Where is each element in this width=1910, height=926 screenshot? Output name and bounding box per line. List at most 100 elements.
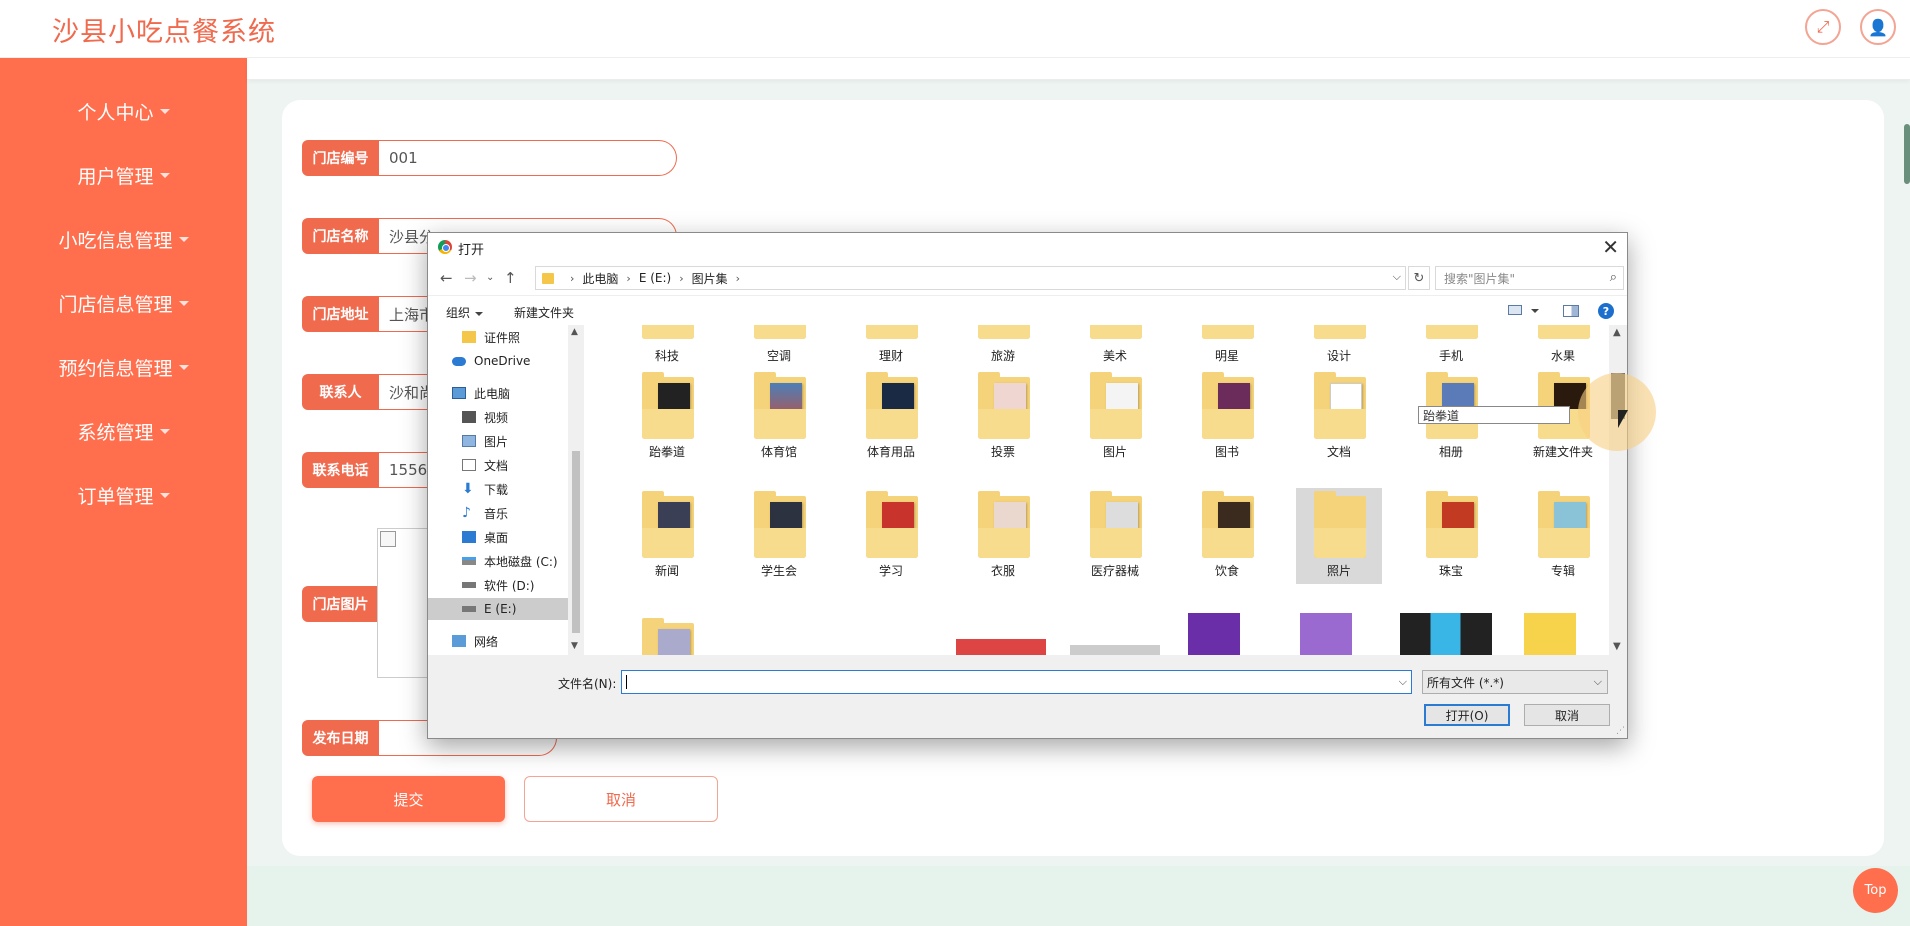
folder-sports-goods[interactable]: 体育用品 <box>848 369 934 465</box>
nav-item-drive-d[interactable]: 软件 (D:) <box>428 574 568 596</box>
folder-label[interactable]: 明星 <box>1184 347 1270 364</box>
sidebar-item-reservation-info[interactable]: 预约信息管理 <box>0 347 247 387</box>
folder-news[interactable]: 新闻 <box>624 488 710 584</box>
sidebar-item-snack-info[interactable]: 小吃信息管理 <box>0 219 247 259</box>
image-thumbnail[interactable] <box>1300 613 1352 655</box>
scroll-down-icon[interactable]: ▼ <box>1613 641 1621 652</box>
computer-icon <box>452 387 466 399</box>
breadcrumb-this-pc[interactable]: 此电脑 <box>582 270 618 287</box>
folder-icon <box>1202 325 1254 339</box>
chevron-right-icon: › <box>679 271 684 285</box>
search-input[interactable]: 搜索"图片集" ⌕ <box>1435 266 1624 290</box>
nav-item-music[interactable]: ♪ 音乐 <box>428 502 568 524</box>
back-to-top-button[interactable]: Top <box>1853 868 1898 913</box>
documents-icon <box>462 459 476 471</box>
sidebar-item-user-management[interactable]: 用户管理 <box>0 155 247 195</box>
image-thumbnail[interactable] <box>1070 645 1160 655</box>
folder-label[interactable]: 理财 <box>848 347 934 364</box>
close-icon[interactable]: ✕ <box>1602 235 1619 259</box>
folder-vote[interactable]: 投票 <box>960 369 1046 465</box>
folder-clothes[interactable]: 衣服 <box>960 488 1046 584</box>
fullscreen-button[interactable]: ⤢ <box>1805 9 1841 45</box>
page-scrollbar-thumb[interactable] <box>1904 124 1910 184</box>
submit-button[interactable]: 提交 <box>312 776 505 822</box>
breadcrumb-drive-e[interactable]: E (E:) <box>639 271 671 285</box>
nav-item-downloads[interactable]: ⬇ 下载 <box>428 478 568 500</box>
image-thumbnail[interactable] <box>1400 613 1492 655</box>
folder-jewelry[interactable]: 珠宝 <box>1408 488 1494 584</box>
sidebar-item-store-info[interactable]: 门店信息管理 <box>0 283 247 323</box>
nav-item-videos[interactable]: 视频 <box>428 406 568 428</box>
nav-scrollbar-thumb[interactable] <box>572 451 580 633</box>
nav-item-desktop[interactable]: 桌面 <box>428 526 568 548</box>
scroll-down-icon[interactable]: ▼ <box>571 641 578 651</box>
folder-icon <box>866 325 918 339</box>
folder-label[interactable]: 手机 <box>1408 347 1494 364</box>
folder-icon[interactable] <box>642 618 694 655</box>
folder-front <box>1538 325 1590 339</box>
new-folder-button[interactable]: 新建文件夹 <box>514 304 574 321</box>
up-arrow-icon[interactable]: ↑ <box>504 269 517 287</box>
image-thumbnail[interactable] <box>956 639 1046 655</box>
sidebar-item-personal-center[interactable]: 个人中心 <box>0 91 247 131</box>
folder-label[interactable]: 空调 <box>736 347 822 364</box>
nav-scrollbar[interactable]: ▲ ▼ <box>568 325 584 655</box>
sidebar-item-label: 个人中心 <box>77 101 154 124</box>
store-id-input[interactable]: 001 <box>379 140 677 176</box>
scroll-up-icon[interactable]: ▲ <box>571 327 578 337</box>
folder-label[interactable]: 旅游 <box>960 347 1046 364</box>
filename-input[interactable]: ⌵ <box>621 670 1412 694</box>
sidebar-item-system-management[interactable]: 系统管理 <box>0 411 247 451</box>
open-button[interactable]: 打开(O) <box>1424 704 1510 726</box>
folder-pictures[interactable]: 图片 <box>1072 369 1158 465</box>
recent-chevron-icon[interactable]: ⌄ <box>486 272 494 283</box>
view-mode-icon[interactable] <box>1508 305 1522 315</box>
cancel-button[interactable]: 取消 <box>524 776 718 822</box>
network-icon <box>452 635 466 647</box>
help-icon[interactable]: ? <box>1598 303 1614 319</box>
folder-taekwondo[interactable]: 跆拳道 <box>624 369 710 465</box>
folder-label[interactable]: 美术 <box>1072 347 1158 364</box>
organize-button[interactable]: 组织 <box>446 304 484 321</box>
nav-item-drive-c[interactable]: 本地磁盘 (C:) <box>428 550 568 572</box>
folder-label[interactable]: 设计 <box>1296 347 1382 364</box>
nav-item-pictures[interactable]: 图片 <box>428 430 568 452</box>
breadcrumb-picture-set[interactable]: 图片集 <box>692 270 728 287</box>
folder-student-union[interactable]: 学生会 <box>736 488 822 584</box>
address-bar[interactable]: › 此电脑 › E (E:) › 图片集 › ⌵ <box>535 266 1406 290</box>
sidebar-item-order-management[interactable]: 订单管理 <box>0 475 247 515</box>
nav-item-network[interactable]: 网络 <box>428 630 568 652</box>
folder-gym[interactable]: 体育馆 <box>736 369 822 465</box>
chevron-down-icon[interactable]: ⌵ <box>1399 675 1407 689</box>
folder-icon <box>1538 491 1590 558</box>
folder-medical[interactable]: 医疗器械 <box>1072 488 1158 584</box>
folder-label[interactable]: 科技 <box>624 347 710 364</box>
folder-study[interactable]: 学习 <box>848 488 934 584</box>
folder-front <box>978 325 1030 339</box>
image-thumbnail[interactable] <box>1188 613 1240 655</box>
nav-item-documents[interactable]: 文档 <box>428 454 568 476</box>
folder-food[interactable]: 饮食 <box>1184 488 1270 584</box>
nav-item-this-pc[interactable]: 此电脑 <box>428 382 568 404</box>
preview-pane-icon[interactable] <box>1563 305 1579 317</box>
dialog-cancel-button[interactable]: 取消 <box>1524 704 1610 726</box>
scroll-up-icon[interactable]: ▲ <box>1613 327 1621 338</box>
refresh-button[interactable]: ↻ <box>1408 266 1430 290</box>
folder-photos[interactable]: 照片 <box>1296 488 1382 584</box>
forward-arrow-icon[interactable]: → <box>464 269 477 287</box>
resize-grip-icon[interactable]: ⋰ <box>1616 726 1625 736</box>
folder-album-music[interactable]: 专辑 <box>1520 488 1606 584</box>
folder-label[interactable]: 水果 <box>1520 347 1606 364</box>
filetype-select[interactable]: 所有文件 (*.*) ⌵ <box>1422 670 1608 694</box>
back-arrow-icon[interactable]: ← <box>440 269 453 287</box>
nav-item-onedrive[interactable]: OneDrive <box>428 350 568 372</box>
caret-down-icon[interactable] <box>1531 309 1539 313</box>
folder-books[interactable]: 图书 <box>1184 369 1270 465</box>
image-thumbnail[interactable] <box>1524 613 1576 655</box>
chevron-down-icon[interactable]: ⌵ <box>1393 270 1401 284</box>
nav-item-id-photo[interactable]: 证件照 <box>428 326 568 348</box>
nav-item-drive-e[interactable]: E (E:) <box>428 598 568 620</box>
user-button[interactable]: 👤 <box>1860 9 1896 45</box>
sidebar: 个人中心 用户管理 小吃信息管理 门店信息管理 预约信息管理 系统管理 订单管理 <box>0 58 247 926</box>
folder-documents[interactable]: 文档 <box>1296 369 1382 465</box>
